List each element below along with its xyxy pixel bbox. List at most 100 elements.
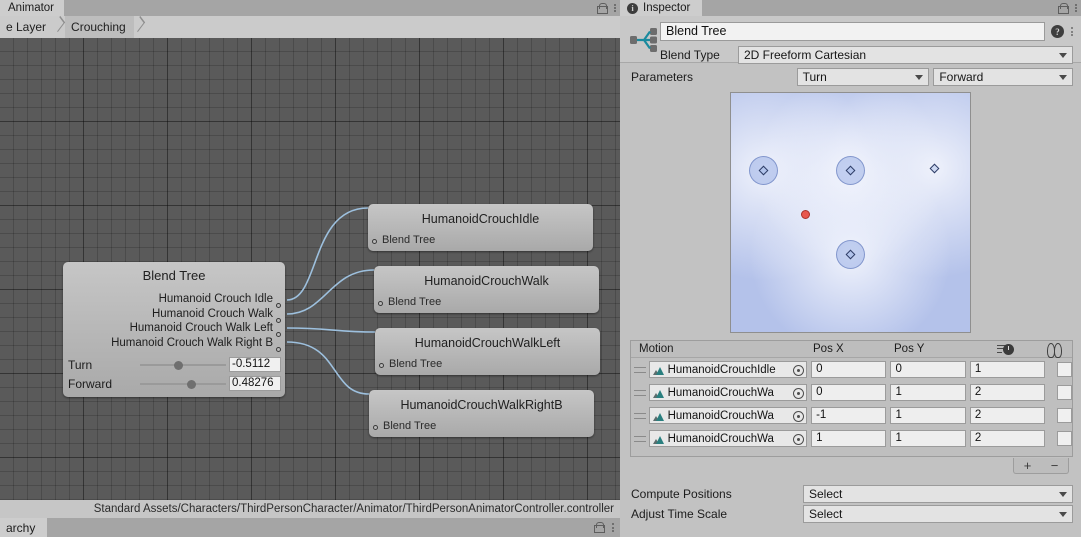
kebab-menu-icon[interactable] (1075, 3, 1077, 13)
state-node-humanoidcrouchwalk[interactable]: HumanoidCrouchWalk Blend Tree (374, 266, 599, 313)
animator-graph-canvas[interactable]: Blend Tree Humanoid Crouch Idle Humanoid… (0, 38, 620, 500)
speed-field[interactable]: 2 (969, 407, 1046, 424)
kebab-menu-icon[interactable] (1071, 27, 1073, 36)
speed-field[interactable]: 1 (969, 361, 1046, 378)
motion-object-field[interactable]: HumanoidCrouchWa (648, 430, 808, 447)
object-picker-icon[interactable] (793, 434, 805, 445)
blend-motion-point-1[interactable] (836, 156, 865, 186)
mirror-checkbox[interactable] (1057, 362, 1072, 377)
mirror-checkbox[interactable] (1057, 431, 1072, 446)
motion-object-field[interactable]: HumanoidCrouchWa (648, 384, 808, 401)
pos-y-field[interactable]: 1 (890, 384, 966, 401)
blend-motion-point-2[interactable] (929, 163, 940, 174)
parameter-turn-slider[interactable] (140, 358, 226, 372)
output-port-0[interactable] (276, 303, 281, 308)
pos-y-field[interactable]: 1 (890, 407, 966, 424)
state-node-humanoidcrouchidle[interactable]: HumanoidCrouchIdle Blend Tree (368, 204, 593, 251)
parameter-y-dropdown[interactable]: Forward (933, 68, 1073, 86)
parameter-forward-slider[interactable] (140, 377, 226, 391)
help-icon[interactable]: ? (1051, 25, 1064, 38)
motion-name: HumanoidCrouchIdle (667, 363, 776, 376)
tab-inspector[interactable]: i Inspector (620, 0, 703, 16)
blend-tree-parameters: Turn -0.5112 Forward 0.48276 (63, 355, 285, 393)
lock-icon[interactable] (594, 522, 605, 533)
column-header-pos-y: Pos Y (894, 343, 925, 355)
speed-field[interactable]: 2 (969, 384, 1046, 401)
blend-current-position-handle[interactable] (800, 210, 810, 220)
motion-name: HumanoidCrouchWa (667, 432, 774, 445)
parameter-turn-value[interactable]: -0.5112 (229, 357, 281, 372)
adjust-time-scale-dropdown[interactable]: Select (803, 505, 1073, 523)
slider-track (140, 363, 226, 366)
blend-type-value: 2D Freeform Cartesian (744, 47, 867, 62)
output-port-2[interactable] (276, 332, 281, 337)
slider-knob[interactable] (187, 379, 197, 389)
state-node-title: HumanoidCrouchIdle (421, 212, 540, 226)
blend-type-row: Blend Type 2D Freeform Cartesian (660, 45, 1073, 64)
state-node-title: HumanoidCrouchWalk (424, 274, 549, 288)
lock-icon[interactable] (597, 2, 608, 14)
remove-motion-button[interactable]: − (1051, 459, 1059, 472)
drag-handle-icon[interactable] (631, 435, 649, 442)
compute-positions-label: Compute Positions (631, 487, 732, 501)
kebab-menu-icon[interactable] (614, 3, 616, 13)
animation-clip-icon (652, 365, 665, 375)
mirror-checkbox[interactable] (1057, 408, 1072, 423)
adjust-time-scale-label: Adjust Time Scale (631, 507, 728, 521)
blend-graph-2d[interactable] (730, 92, 971, 333)
add-motion-button[interactable]: + (1024, 459, 1032, 472)
breadcrumb-item-crouching[interactable]: Crouching (65, 16, 134, 38)
table-row[interactable]: HumanoidCrouchWa 0 1 2 (631, 381, 1072, 404)
state-node-subtitle: Blend Tree (388, 296, 442, 308)
blend-tree-node[interactable]: Blend Tree Humanoid Crouch Idle Humanoid… (63, 262, 285, 397)
bottom-tab-icons (594, 518, 614, 537)
parameters-row: Parameters Turn Forward (620, 67, 1081, 87)
pos-y-field[interactable]: 0 (890, 361, 966, 378)
pos-x-field[interactable]: 1 (811, 430, 887, 447)
breadcrumb-item-layer[interactable]: e Layer (0, 16, 54, 38)
blend-tree-node-title: Blend Tree (142, 268, 206, 283)
blend-motion-point-3[interactable] (836, 239, 865, 269)
tab-hierarchy[interactable]: archy (0, 518, 48, 537)
output-port-3[interactable] (276, 346, 281, 352)
table-row[interactable]: HumanoidCrouchWa -1 1 2 (631, 404, 1072, 427)
blend-tree-name-input[interactable]: Blend Tree (660, 22, 1045, 41)
speed-field[interactable]: 2 (969, 430, 1046, 447)
drag-handle-icon[interactable] (631, 366, 649, 373)
blend-type-dropdown[interactable]: 2D Freeform Cartesian (738, 45, 1073, 64)
animator-window: Animator e Layer Crouching Blend Tree Hu… (0, 0, 620, 537)
adjust-time-scale-value: Select (809, 507, 843, 521)
blend-motion-point-0[interactable] (748, 156, 778, 186)
drag-handle-icon[interactable] (631, 412, 649, 419)
parameter-turn-row: Turn -0.5112 (68, 355, 281, 374)
motion-name: HumanoidCrouchWa (667, 409, 774, 422)
slider-knob[interactable] (173, 360, 183, 370)
pos-x-field[interactable]: 0 (811, 361, 887, 378)
output-port-1[interactable] (276, 317, 281, 323)
motion-object-field[interactable]: HumanoidCrouchIdle (648, 361, 808, 378)
lock-icon[interactable] (1058, 2, 1069, 14)
tab-animator[interactable]: Animator (0, 0, 65, 16)
state-node-humanoidcrouchwalkrightb[interactable]: HumanoidCrouchWalkRightB Blend Tree (369, 390, 594, 437)
object-picker-icon[interactable] (793, 411, 805, 422)
mirror-checkbox[interactable] (1057, 385, 1072, 400)
table-row[interactable]: HumanoidCrouchIdle 0 0 1 (631, 358, 1072, 381)
parameters-label: Parameters (631, 70, 694, 84)
blend-tree-outputs: Humanoid Crouch Idle Humanoid Crouch Wal… (63, 292, 285, 352)
kebab-menu-icon[interactable] (612, 523, 614, 532)
column-header-motion: Motion (639, 343, 674, 355)
animator-tabbar: Animator (0, 0, 620, 16)
compute-positions-dropdown[interactable]: Select (803, 485, 1073, 503)
table-row[interactable]: HumanoidCrouchWa 1 1 2 (631, 427, 1072, 450)
unity-editor-window: Animator e Layer Crouching Blend Tree Hu… (0, 0, 1081, 537)
parameter-forward-value[interactable]: 0.48276 (229, 376, 281, 391)
state-node-humanoidcrouchwalkleft[interactable]: HumanoidCrouchWalkLeft Blend Tree (375, 328, 600, 375)
motion-object-field[interactable]: HumanoidCrouchWa (648, 407, 808, 424)
pos-y-field[interactable]: 1 (890, 430, 966, 447)
object-picker-icon[interactable] (793, 365, 805, 376)
parameter-x-dropdown[interactable]: Turn (796, 68, 930, 86)
object-picker-icon[interactable] (793, 388, 805, 399)
drag-handle-icon[interactable] (631, 389, 649, 396)
pos-x-field[interactable]: 0 (811, 384, 887, 401)
pos-x-field[interactable]: -1 (811, 407, 887, 424)
